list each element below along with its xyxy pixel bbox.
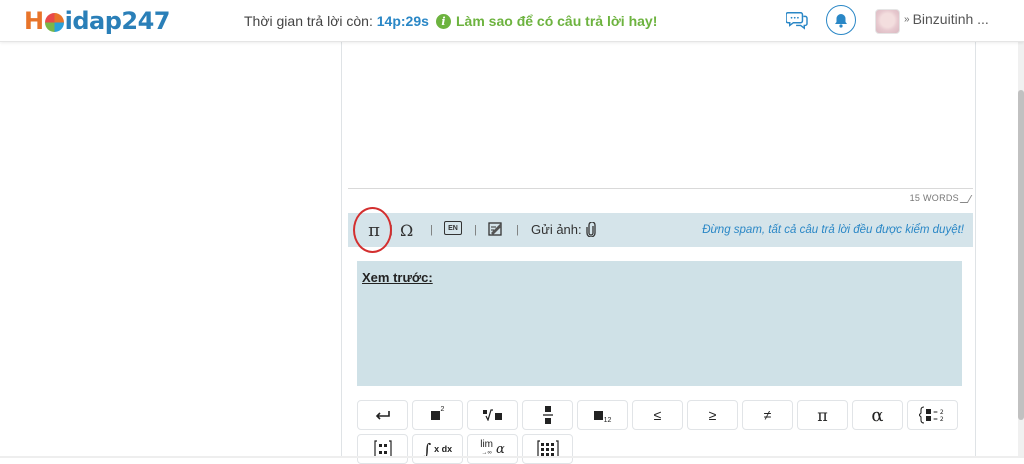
- upload-label: Gửi ảnh:: [531, 222, 582, 237]
- alpha-symbol-button[interactable]: α: [852, 400, 903, 430]
- scrollbar-thumb[interactable]: [1018, 90, 1024, 420]
- root-icon: [482, 409, 502, 421]
- word-count-bar: 15 WORDS: [348, 189, 973, 211]
- equation-system-button[interactable]: = 2 = 2: [907, 400, 958, 430]
- power-button[interactable]: 2: [412, 400, 463, 430]
- info-icon: i: [436, 13, 451, 29]
- answer-preview: Xem trước:: [357, 261, 962, 386]
- fraction-icon: [542, 406, 553, 424]
- timer-label: Thời gian trả lời còn:: [244, 13, 373, 29]
- toolbar-separator: |: [474, 224, 477, 236]
- notification-bell-button[interactable]: [826, 5, 856, 35]
- tip-text: Làm sao để có câu trả lời hay!: [456, 13, 658, 29]
- chat-icon[interactable]: [786, 10, 808, 30]
- bell-icon: [835, 13, 847, 28]
- language-en-button[interactable]: EN: [444, 221, 462, 235]
- username: Binzuitinh ...: [912, 11, 989, 27]
- user-menu[interactable]: » Binzuitinh ...: [904, 11, 989, 27]
- preview-label: Xem trước:: [362, 270, 433, 285]
- lim-alpha: α: [496, 441, 505, 457]
- paperclip-icon: [585, 222, 596, 237]
- editor-toolbar: π | Ω | EN | | Gửi ảnh: Đừng spam, tất c…: [348, 213, 973, 247]
- newline-button[interactable]: [357, 400, 408, 430]
- answer-tip-link[interactable]: i Làm sao để có câu trả lời hay!: [436, 13, 657, 29]
- nth-root-button[interactable]: [467, 400, 518, 430]
- svg-text:= 2: = 2: [933, 409, 944, 416]
- spam-warning: Đừng spam, tất cả câu trả lời đều được k…: [702, 224, 964, 236]
- toolbar-separator: |: [516, 224, 519, 236]
- en-label: EN: [448, 224, 458, 232]
- superscript-2: 2: [440, 405, 445, 413]
- grid-matrix-button[interactable]: [522, 434, 573, 464]
- toolbar-separator: |: [390, 224, 393, 236]
- enter-icon: [375, 411, 390, 420]
- fraction-button[interactable]: [522, 400, 573, 430]
- matrix-button[interactable]: [357, 434, 408, 464]
- special-characters-button[interactable]: Ω: [400, 217, 413, 243]
- logo-text: idap: [64, 7, 122, 35]
- draw-icon[interactable]: [488, 221, 504, 237]
- lim-label: lim: [480, 439, 493, 450]
- answer-editor[interactable]: [348, 42, 973, 189]
- less-equal-button[interactable]: ≤: [632, 400, 683, 430]
- word-count: 15 WORDS: [909, 193, 959, 203]
- placeholder-square-icon: [430, 410, 440, 420]
- limit-button[interactable]: lim →∞ α: [467, 434, 518, 464]
- page-scrollbar[interactable]: [1018, 42, 1024, 458]
- chevron-down-icon: »: [904, 13, 910, 25]
- subscript-12: 12: [603, 416, 612, 424]
- pi-symbol-button[interactable]: π: [797, 400, 848, 430]
- svg-text:= 2: = 2: [933, 416, 944, 423]
- system-icon: = 2 = 2: [918, 406, 944, 424]
- toolbar-separator: |: [430, 224, 433, 236]
- logo-number: 247: [121, 7, 170, 35]
- logo-ball-icon: [44, 12, 64, 32]
- resize-handle-icon[interactable]: [959, 195, 973, 203]
- math-formula-button[interactable]: π: [360, 216, 388, 244]
- site-logo[interactable]: H idap 247: [24, 7, 170, 35]
- integral-xdx: x dx: [434, 444, 453, 454]
- avatar[interactable]: [875, 9, 900, 34]
- placeholder-square-icon: [593, 410, 603, 420]
- answer-panel: 15 WORDS π | Ω | EN | | Gửi ảnh: Đừng sp…: [341, 42, 976, 464]
- logo-letter: H: [24, 7, 44, 35]
- top-header: H idap 247 Thời gian trả lời còn: 14p:29…: [0, 0, 1024, 42]
- timer-value: 14p:29s: [376, 13, 429, 29]
- greater-equal-button[interactable]: ≥: [687, 400, 738, 430]
- not-equal-button[interactable]: ≠: [742, 400, 793, 430]
- upload-image-button[interactable]: Gửi ảnh:: [531, 222, 596, 237]
- integral-button[interactable]: ∫ x dx: [412, 434, 463, 464]
- answer-timer: Thời gian trả lời còn: 14p:29s: [244, 13, 429, 29]
- subscript-button[interactable]: 12: [577, 400, 628, 430]
